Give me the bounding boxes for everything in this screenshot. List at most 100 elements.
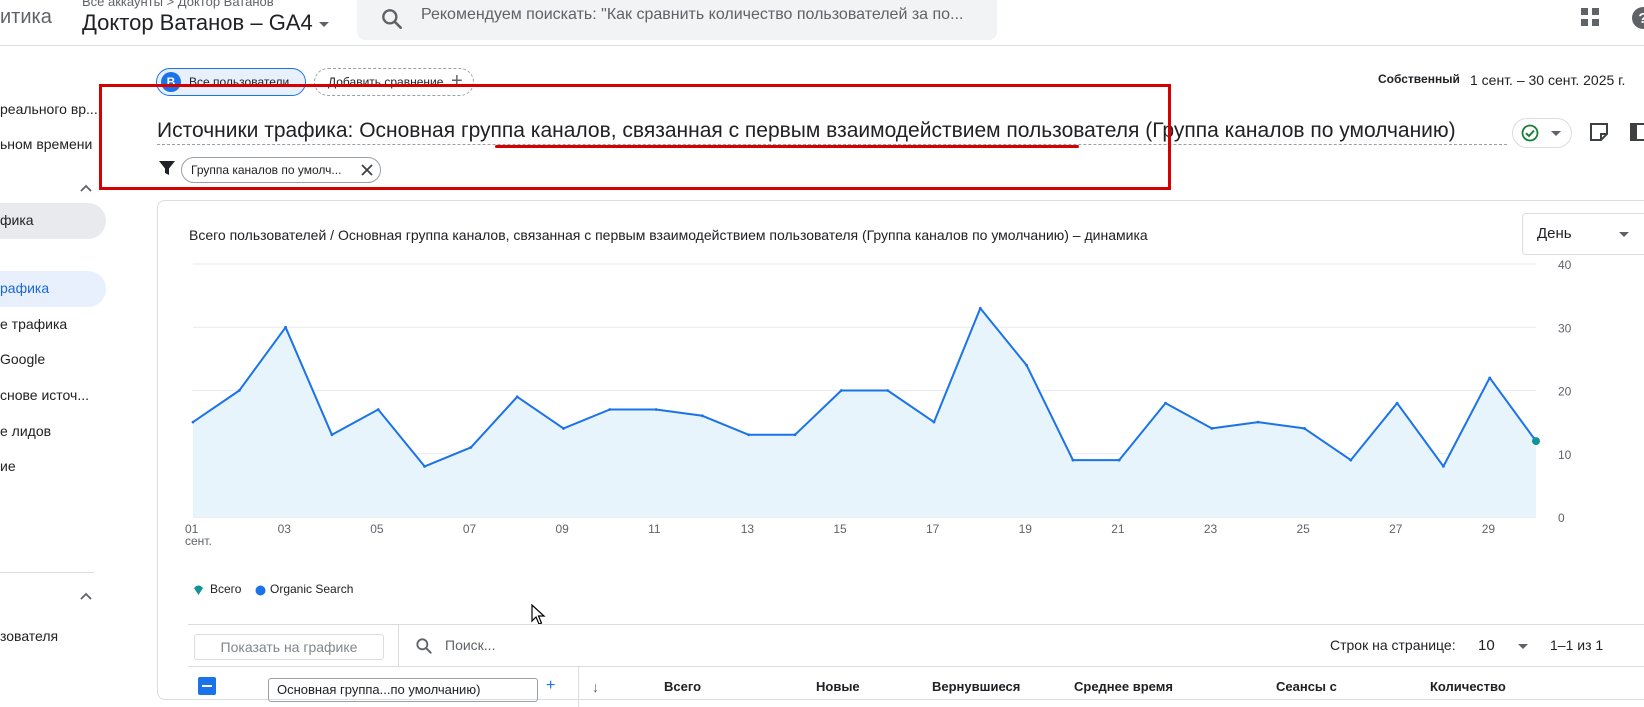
sidebar-item-source-based[interactable]: снове источ... — [0, 387, 89, 403]
product-name: итика — [0, 6, 52, 28]
data-point[interactable] — [562, 427, 565, 430]
caret-down-icon — [1551, 131, 1561, 136]
x-tick-label: 05 — [370, 522, 384, 536]
sidebar-item-user[interactable]: зователя — [0, 628, 58, 644]
x-tick-label: 19 — [1019, 522, 1033, 536]
header-divider — [578, 667, 579, 707]
data-point[interactable] — [839, 389, 843, 392]
sidebar: реального вр... ьном времени фика рафика… — [0, 46, 106, 691]
sidebar-item-realtime-pages[interactable]: ьном времени — [0, 136, 92, 152]
data-point[interactable] — [1025, 363, 1028, 367]
data-point[interactable] — [654, 408, 658, 411]
data-point[interactable] — [1532, 437, 1540, 446]
legend-item-organic[interactable]: Organic Search — [270, 582, 353, 596]
column-header-count[interactable]: Количество — [1430, 679, 1506, 694]
sidebar-item-leads[interactable]: е лидов — [0, 423, 51, 439]
y-tick-label: 0 — [1558, 511, 1565, 525]
sidebar-item-realtime-overview[interactable]: реального вр... — [0, 101, 98, 117]
chevron-up-icon[interactable] — [80, 590, 92, 602]
legend-swatch-organic — [255, 585, 266, 596]
legend-item-total[interactable]: Всего — [210, 582, 241, 596]
breadcrumb[interactable]: Все аккаунты > Доктор Ватанов — [82, 0, 274, 9]
caret-down-icon[interactable] — [1518, 644, 1528, 649]
rows-per-page-label: Строк на странице: — [1330, 637, 1456, 653]
sort-icon[interactable]: ↓ — [592, 679, 599, 695]
x-tick-label: 09 — [555, 522, 569, 536]
period-select[interactable]: День — [1522, 213, 1644, 255]
sidebar-item-traffic[interactable]: е трафика — [0, 316, 67, 332]
caret-down-icon — [318, 21, 329, 27]
data-point[interactable] — [1210, 427, 1214, 430]
x-tick-label: 15 — [833, 522, 847, 536]
column-header-total[interactable]: Всего — [664, 679, 701, 694]
panel-icon[interactable] — [1628, 121, 1644, 143]
x-tick-label: 13 — [741, 522, 755, 536]
data-point[interactable] — [515, 395, 519, 399]
column-header-sessions[interactable]: Сеансы с — [1276, 679, 1337, 694]
y-tick-label: 10 — [1558, 448, 1572, 462]
data-point[interactable] — [1441, 465, 1445, 468]
data-point[interactable] — [1164, 401, 1167, 405]
data-point[interactable] — [793, 433, 797, 437]
y-tick-label: 30 — [1558, 321, 1572, 335]
top-bar: итика Все аккаунты > Доктор Ватанов Докт… — [0, 0, 1644, 46]
x-tick-label: 17 — [926, 522, 940, 536]
data-point[interactable] — [330, 433, 334, 437]
data-point[interactable] — [469, 446, 473, 449]
data-point[interactable] — [237, 389, 241, 392]
apps-grid-icon[interactable] — [1580, 7, 1600, 27]
property-selector[interactable]: Доктор Ватанов – GA4 — [82, 10, 329, 36]
data-point[interactable] — [376, 408, 380, 411]
x-tick-label: 29 — [1482, 522, 1496, 536]
column-header-new[interactable]: Новые — [816, 679, 860, 694]
dimension-select[interactable]: Основная группа...по умолчанию) — [268, 678, 538, 702]
data-point[interactable] — [1395, 401, 1399, 405]
caret-down-icon — [1619, 232, 1629, 237]
data-point[interactable] — [1117, 458, 1121, 462]
data-point[interactable] — [191, 420, 195, 424]
table-search-input[interactable]: Поиск... — [445, 637, 495, 653]
data-point[interactable] — [423, 465, 426, 468]
date-range-picker[interactable]: 1 сент. – 30 сент. 2025 г. — [1470, 72, 1625, 88]
sidebar-item-other[interactable]: ие — [0, 458, 16, 474]
y-tick-label: 20 — [1558, 385, 1572, 399]
sidebar-item-acquisition[interactable]: фика — [0, 212, 34, 228]
data-point[interactable] — [1303, 427, 1306, 430]
report-status-chip[interactable] — [1512, 118, 1572, 148]
select-all-checkbox[interactable] — [198, 677, 216, 695]
x-tick-label: 21 — [1111, 522, 1125, 536]
x-tick-label: 11 — [648, 522, 661, 536]
sidebar-item-traffic-acquisition[interactable]: рафика — [0, 280, 49, 296]
area-fill — [193, 308, 1536, 517]
data-point[interactable] — [608, 408, 612, 411]
x-tick-sublabel: сент. — [185, 534, 212, 548]
line-chart[interactable]: 40302010001 03 05 07 09 11 13 15 17 19 21 23 25 27 29с… — [150, 255, 1644, 575]
rows-per-page-select[interactable]: 10 — [1478, 637, 1495, 654]
data-point[interactable] — [978, 306, 982, 310]
check-circle-icon — [1521, 124, 1539, 142]
chart-title: Всего пользователей / Основная группа ка… — [189, 227, 1148, 243]
data-point[interactable] — [1488, 376, 1492, 380]
data-point[interactable] — [1349, 458, 1353, 462]
period-select-value: День — [1537, 225, 1572, 242]
data-point[interactable] — [932, 420, 936, 424]
sidebar-item-google[interactable]: Google — [0, 351, 45, 367]
column-header-avg-time[interactable]: Среднее время — [1074, 679, 1173, 694]
svg-text:?: ? — [1638, 10, 1644, 27]
data-point[interactable] — [701, 414, 704, 418]
search-box[interactable]: Рекомендуем поискать: "Как сравнить коли… — [357, 0, 997, 40]
data-point[interactable] — [886, 389, 890, 392]
help-icon[interactable]: ? — [1630, 5, 1644, 31]
data-point[interactable] — [1071, 458, 1075, 462]
add-dimension-icon[interactable]: + — [546, 677, 555, 695]
legend-swatch-total — [194, 585, 203, 595]
data-point[interactable] — [747, 433, 751, 437]
data-point[interactable] — [1256, 420, 1260, 424]
search-placeholder: Рекомендуем поискать: "Как сравнить коли… — [421, 6, 964, 23]
dimension-select-value: Основная группа...по умолчанию) — [277, 682, 481, 697]
note-icon[interactable] — [1588, 121, 1610, 143]
column-header-returning[interactable]: Вернувшиеся — [932, 679, 1020, 694]
show-on-chart-button[interactable]: Показать на графике — [194, 634, 384, 660]
chevron-up-icon[interactable] — [80, 182, 92, 194]
data-point[interactable] — [284, 325, 288, 329]
